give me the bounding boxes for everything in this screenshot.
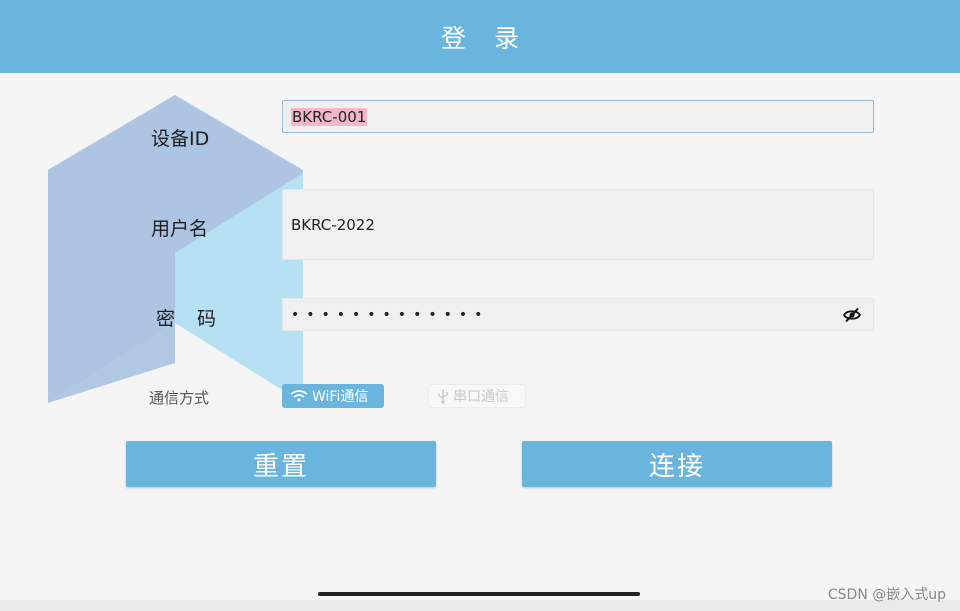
connect-button[interactable]: 连接 [522,441,832,487]
reset-button[interactable]: 重置 [126,441,436,487]
username-input[interactable]: BKRC-2022 [282,189,874,260]
wifi-icon [290,390,308,402]
serial-comm-label: 串口通信 [453,389,509,405]
device-id-value: BKRC-001 [291,107,368,126]
header-bar: 登 录 [0,0,960,73]
comm-mode-label: 通信方式 [149,389,210,407]
serial-comm-option[interactable]: 串口通信 [428,384,526,408]
bottom-strip [0,600,960,611]
home-indicator[interactable] [318,592,640,596]
password-input[interactable]: ••••••••••••• [282,298,874,331]
page-title: 登 录 [441,23,529,53]
device-id-input[interactable]: BKRC-001 [282,100,874,133]
wifi-comm-option[interactable]: WiFi通信 [282,384,384,408]
eye-off-icon[interactable] [843,307,861,323]
username-label: 用户名 [151,218,209,240]
usb-icon [438,389,448,404]
password-value: ••••••••••••• [291,306,490,323]
password-label: 密 码 [156,308,225,330]
device-id-label: 设备ID [151,128,210,150]
background-logo [48,95,303,403]
username-value: BKRC-2022 [291,215,375,234]
wifi-comm-label: WiFi通信 [312,389,369,405]
watermark: CSDN @嵌入式up [827,587,946,603]
